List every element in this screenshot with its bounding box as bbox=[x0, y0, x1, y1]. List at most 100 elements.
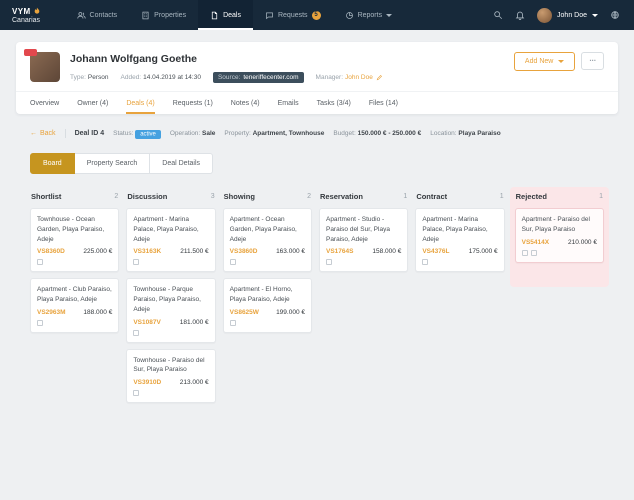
user-avatar bbox=[537, 7, 553, 23]
tab-notes[interactable]: Notes (4) bbox=[231, 92, 260, 114]
meta-manager: Manager: John Doe bbox=[316, 74, 383, 81]
property-code-link[interactable]: VS3910D bbox=[133, 379, 161, 386]
card-checkbox[interactable] bbox=[37, 259, 43, 266]
meta-source: Source: teneriffecenter.com bbox=[212, 72, 304, 83]
deals-icon bbox=[211, 11, 218, 19]
deal-property: Property: Apartment, Townhouse bbox=[224, 130, 325, 137]
tab-files[interactable]: Files (14) bbox=[369, 92, 398, 114]
property-title: Townhouse - Ocean Garden, Playa Paraiso,… bbox=[37, 216, 105, 243]
property-title: Apartment - Paraiso del Sur, Playa Parai… bbox=[521, 216, 590, 233]
column-count: 1 bbox=[403, 193, 408, 200]
nav-properties[interactable]: Properties bbox=[129, 0, 198, 30]
add-new-button[interactable]: Add New bbox=[513, 52, 576, 71]
card-checkbox[interactable] bbox=[325, 259, 332, 266]
deal-card[interactable]: Apartment - Paraiso del Sur, Playa Parai… bbox=[514, 208, 604, 263]
tab-tasks[interactable]: Tasks (3/4) bbox=[317, 92, 351, 114]
tab-overview[interactable]: Overview bbox=[30, 92, 59, 114]
deal-card[interactable]: Apartment - Studio - Paraiso del Sur, Pl… bbox=[318, 208, 409, 273]
nav-label: Properties bbox=[154, 11, 187, 19]
top-navbar: VYM Canarias Contacts Properties Deals R… bbox=[0, 0, 634, 30]
property-title: Apartment - Marina Palace, Playa Paraiso… bbox=[133, 216, 199, 243]
nav-label: Requests bbox=[277, 11, 308, 19]
card-checkbox[interactable] bbox=[133, 259, 140, 266]
contact-tabs: Overview Owner (4) Deals (4) Requests (1… bbox=[16, 91, 618, 114]
property-code-link[interactable]: VS8625W bbox=[230, 309, 259, 316]
property-title: Townhouse - Paraiso del Sur, Playa Parai… bbox=[133, 356, 205, 374]
property-code-link[interactable]: VS8360D bbox=[37, 248, 65, 255]
deal-status: Status: active bbox=[113, 129, 161, 139]
deal-card[interactable]: Townhouse - Parque Paraiso, Playa Parais… bbox=[126, 278, 216, 343]
card-checkbox[interactable] bbox=[422, 259, 429, 266]
tab-deals[interactable]: Deals (4) bbox=[126, 92, 154, 114]
tab-emails[interactable]: Emails bbox=[278, 92, 299, 114]
bell-icon[interactable] bbox=[515, 10, 525, 20]
more-button[interactable]: ... bbox=[581, 52, 604, 70]
board-column-contract: Contract 1 Apartment - Marina Palace, Pla… bbox=[415, 192, 505, 278]
meta-type: Type: Person bbox=[70, 74, 109, 81]
property-search-view-button[interactable]: Property Search bbox=[74, 153, 151, 174]
deal-card[interactable]: Townhouse - Ocean Garden, Playa Paraiso,… bbox=[30, 208, 120, 273]
pencil-icon bbox=[376, 75, 382, 81]
nav-label: Reports bbox=[357, 11, 383, 19]
back-button[interactable]: ← Back bbox=[30, 130, 56, 137]
chevron-down-icon bbox=[592, 13, 598, 17]
card-checkbox[interactable] bbox=[521, 249, 528, 256]
search-icon[interactable] bbox=[493, 10, 503, 20]
property-title: Apartment - Ocean Garden, Playa Paraiso,… bbox=[229, 216, 297, 243]
deal-id: Deal ID 4 bbox=[74, 130, 105, 137]
nav-contacts[interactable]: Contacts bbox=[65, 0, 130, 30]
nav-reports[interactable]: Reports bbox=[333, 0, 405, 30]
globe-icon[interactable] bbox=[610, 10, 620, 20]
nav-deals[interactable]: Deals bbox=[198, 0, 253, 30]
user-name: John Doe bbox=[557, 11, 587, 19]
property-price: 163.000 € bbox=[276, 248, 305, 256]
deal-card[interactable]: Townhouse - Paraiso del Sur, Playa Parai… bbox=[126, 348, 216, 403]
deal-card[interactable]: Apartment - El Horno, Playa Paraiso, Ade… bbox=[222, 278, 312, 333]
board-view-button[interactable]: Board bbox=[30, 153, 75, 174]
tab-owner[interactable]: Owner (4) bbox=[77, 92, 108, 114]
property-title: Apartment - Studio - Paraiso del Sur, Pl… bbox=[325, 216, 390, 243]
property-title: Townhouse - Parque Paraiso, Playa Parais… bbox=[133, 286, 201, 313]
property-price: 211.500 € bbox=[180, 248, 209, 256]
board-column-discussion: Discussion 3 Apartment - Marina Palace, P… bbox=[126, 192, 216, 409]
property-code-link[interactable]: VS1087V bbox=[133, 319, 160, 326]
property-price: 225.000 € bbox=[83, 248, 113, 256]
property-code-link[interactable]: VS5414X bbox=[522, 239, 549, 246]
property-code-link[interactable]: VS2963M bbox=[37, 309, 66, 316]
back-arrow-icon: ← bbox=[30, 130, 37, 137]
property-code-link[interactable]: VS4376L bbox=[422, 248, 449, 255]
navbar-right: John Doe bbox=[493, 0, 634, 30]
tab-requests[interactable]: Requests (1) bbox=[173, 92, 213, 114]
column-title: Contract bbox=[416, 192, 448, 201]
deal-card[interactable]: Apartment - Ocean Garden, Playa Paraiso,… bbox=[222, 208, 312, 273]
view-toggle: Board Property Search Deal Details bbox=[30, 153, 214, 174]
deal-location: Location: Playa Paraiso bbox=[430, 130, 501, 137]
status-badge: active bbox=[135, 129, 161, 139]
card-checkbox[interactable] bbox=[229, 319, 236, 326]
card-checkbox[interactable] bbox=[229, 259, 236, 266]
deal-card[interactable]: Apartment - Club Paraiso, Playa Paraiso,… bbox=[30, 278, 120, 333]
property-title: Apartment - Club Paraiso, Playa Paraiso,… bbox=[37, 286, 112, 303]
column-title: Shortlist bbox=[31, 192, 62, 201]
property-price: 158.000 € bbox=[372, 248, 402, 256]
card-checkbox[interactable] bbox=[37, 319, 43, 326]
column-count: 1 bbox=[599, 193, 603, 200]
user-menu[interactable]: John Doe bbox=[537, 7, 598, 23]
board-column-shortlist: Shortlist 2 Townhouse - Ocean Garden, Pla… bbox=[30, 192, 120, 339]
meta-added: Added: 14.04.2019 at 14:30 bbox=[120, 74, 201, 81]
column-title: Reservation bbox=[319, 192, 363, 201]
logo[interactable]: VYM Canarias bbox=[0, 0, 55, 30]
card-checkbox[interactable] bbox=[133, 329, 140, 336]
property-code-link[interactable]: VS3860D bbox=[230, 248, 258, 255]
nav-requests[interactable]: Requests 5 bbox=[253, 0, 333, 30]
requests-icon bbox=[266, 12, 273, 19]
manager-link[interactable]: John Doe bbox=[345, 74, 383, 81]
contact-meta: Type: Person Added: 14.04.2019 at 14:30 So… bbox=[70, 72, 383, 83]
deal-card[interactable]: Apartment - Marina Palace, Playa Paraiso… bbox=[126, 208, 216, 273]
property-code-link[interactable]: VS3163K bbox=[133, 248, 161, 255]
card-checkbox[interactable] bbox=[133, 390, 140, 396]
deal-card[interactable]: Apartment - Marina Palace, Playa Paraiso… bbox=[415, 208, 505, 273]
card-list-icon[interactable] bbox=[530, 249, 537, 256]
property-code-link[interactable]: VS1764S bbox=[326, 248, 353, 255]
deal-details-view-button[interactable]: Deal Details bbox=[150, 153, 214, 174]
